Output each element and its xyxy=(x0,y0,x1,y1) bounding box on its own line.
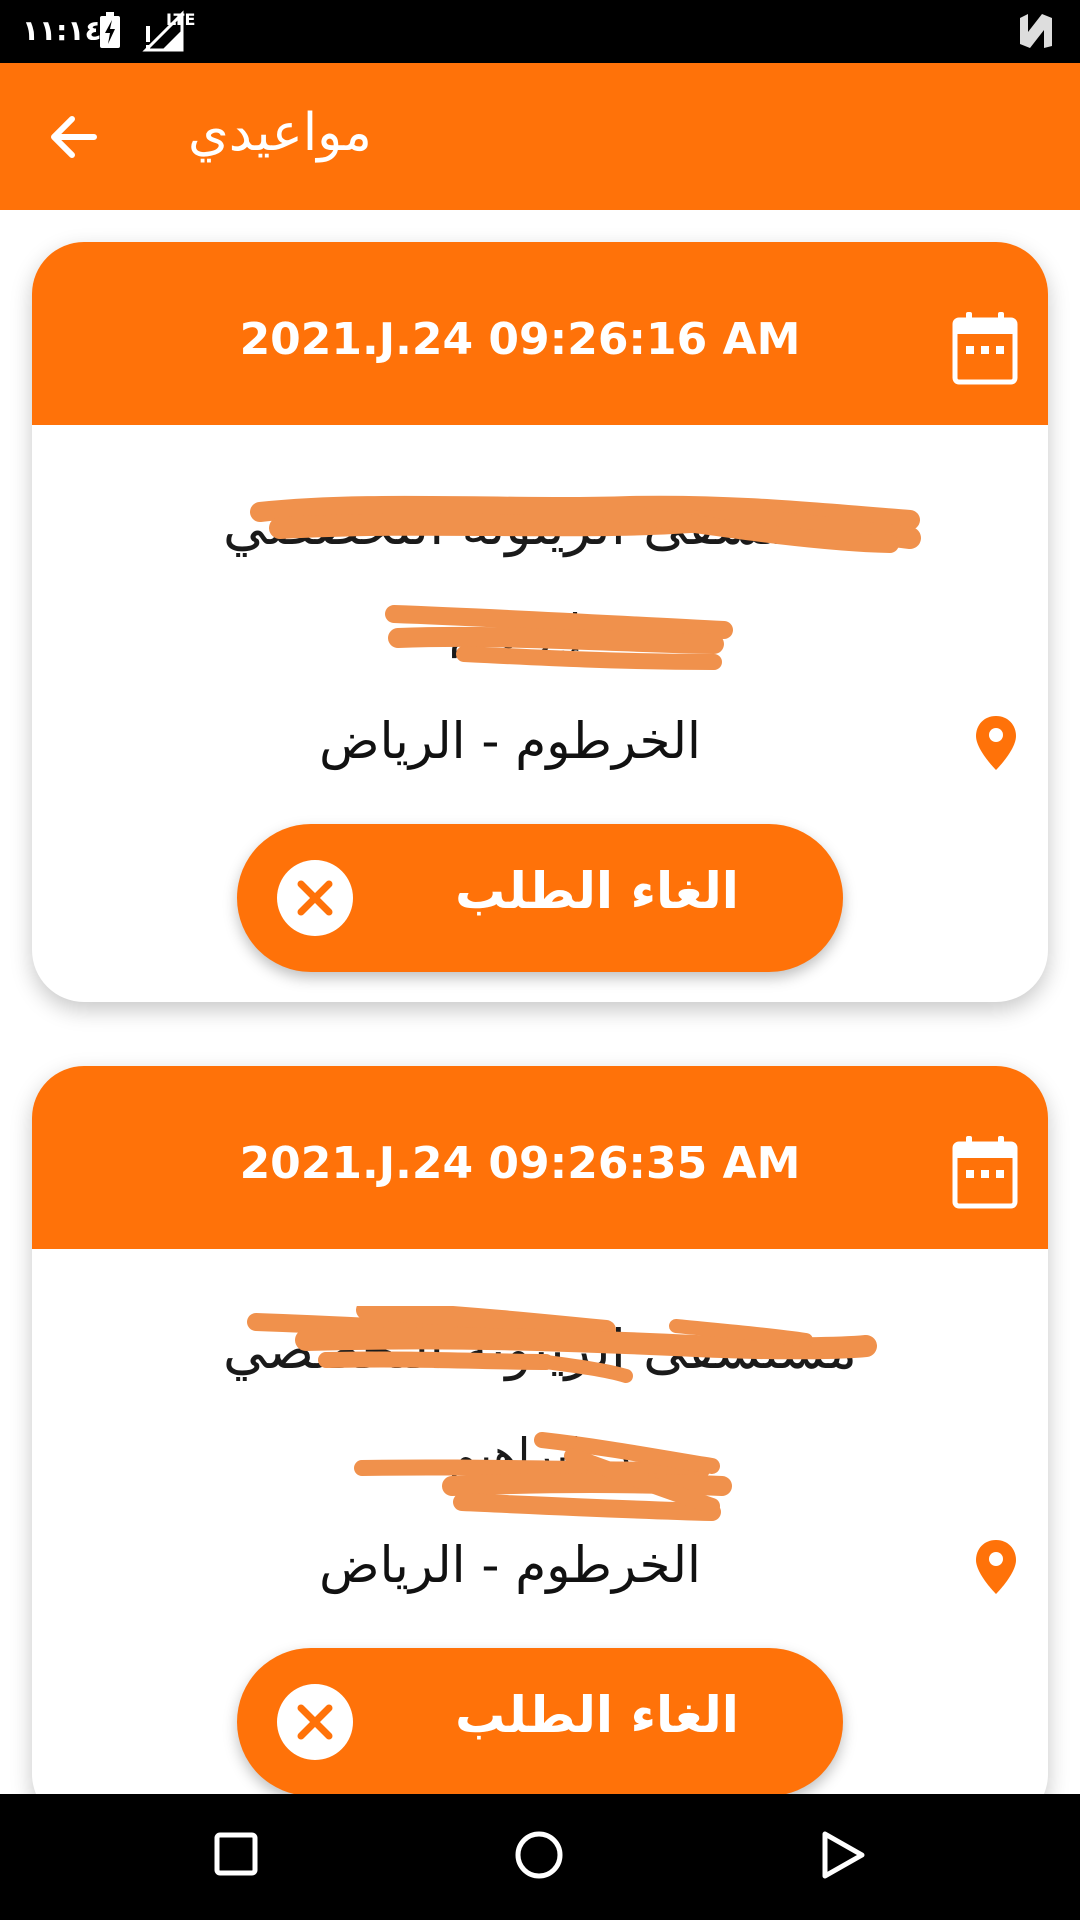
back-triangle-icon[interactable] xyxy=(820,1830,866,1880)
calendar-icon xyxy=(952,312,1018,385)
home-icon[interactable] xyxy=(514,1830,564,1880)
doctor-name: د. إبراهيم xyxy=(448,604,632,658)
cancel-button-label: الغاء الطلب xyxy=(455,1686,739,1744)
appointments-list[interactable]: 2021.J.24 09:26:16 AM مستشفى الزيتونة ال… xyxy=(0,210,1080,1794)
hospital-name: مستشفى الزيتونة التخصصي xyxy=(223,1318,857,1381)
close-circle-icon xyxy=(277,860,353,936)
arrow-left-icon[interactable] xyxy=(46,109,102,165)
appointment-card: 2021.J.24 09:26:16 AM مستشفى الزيتونة ال… xyxy=(32,242,1048,1002)
doctor-name: د. إبراهيم xyxy=(448,1428,632,1482)
close-circle-icon xyxy=(277,1684,353,1760)
appointment-card: 2021.J.24 09:26:35 AM مستشفى الزيتونة ال… xyxy=(32,1066,1048,1794)
appointment-datetime: 2021.J.24 09:26:35 AM xyxy=(239,1138,801,1189)
cancel-request-button[interactable]: الغاء الطلب xyxy=(237,1648,843,1794)
calendar-icon xyxy=(952,1136,1018,1209)
battery-charging-icon xyxy=(100,12,120,48)
status-bar: ١١:١٤ LTE xyxy=(0,0,1080,63)
location-text: الخرطوم - الرياض xyxy=(319,1536,701,1594)
page-title: مواعيدي xyxy=(188,103,372,163)
location-pin-icon xyxy=(976,1540,1016,1594)
location-text: الخرطوم - الرياض xyxy=(319,712,701,770)
location-pin-icon xyxy=(976,716,1016,770)
recent-apps-icon[interactable] xyxy=(214,1832,258,1876)
notification-n-icon xyxy=(1020,14,1052,48)
system-nav-bar xyxy=(0,1794,1080,1920)
cancel-button-label: الغاء الطلب xyxy=(455,862,739,920)
app-bar: مواعيدي xyxy=(0,63,1080,210)
cancel-request-button[interactable]: الغاء الطلب xyxy=(237,824,843,972)
card-header: 2021.J.24 09:26:35 AM xyxy=(32,1066,1048,1249)
card-header: 2021.J.24 09:26:16 AM xyxy=(32,242,1048,425)
status-time: ١١:١٤ xyxy=(22,14,102,47)
hospital-name: مستشفى الزيتونة التخصصي xyxy=(223,494,857,557)
appointment-datetime: 2021.J.24 09:26:16 AM xyxy=(239,314,801,365)
network-type-label: LTE xyxy=(166,10,196,29)
